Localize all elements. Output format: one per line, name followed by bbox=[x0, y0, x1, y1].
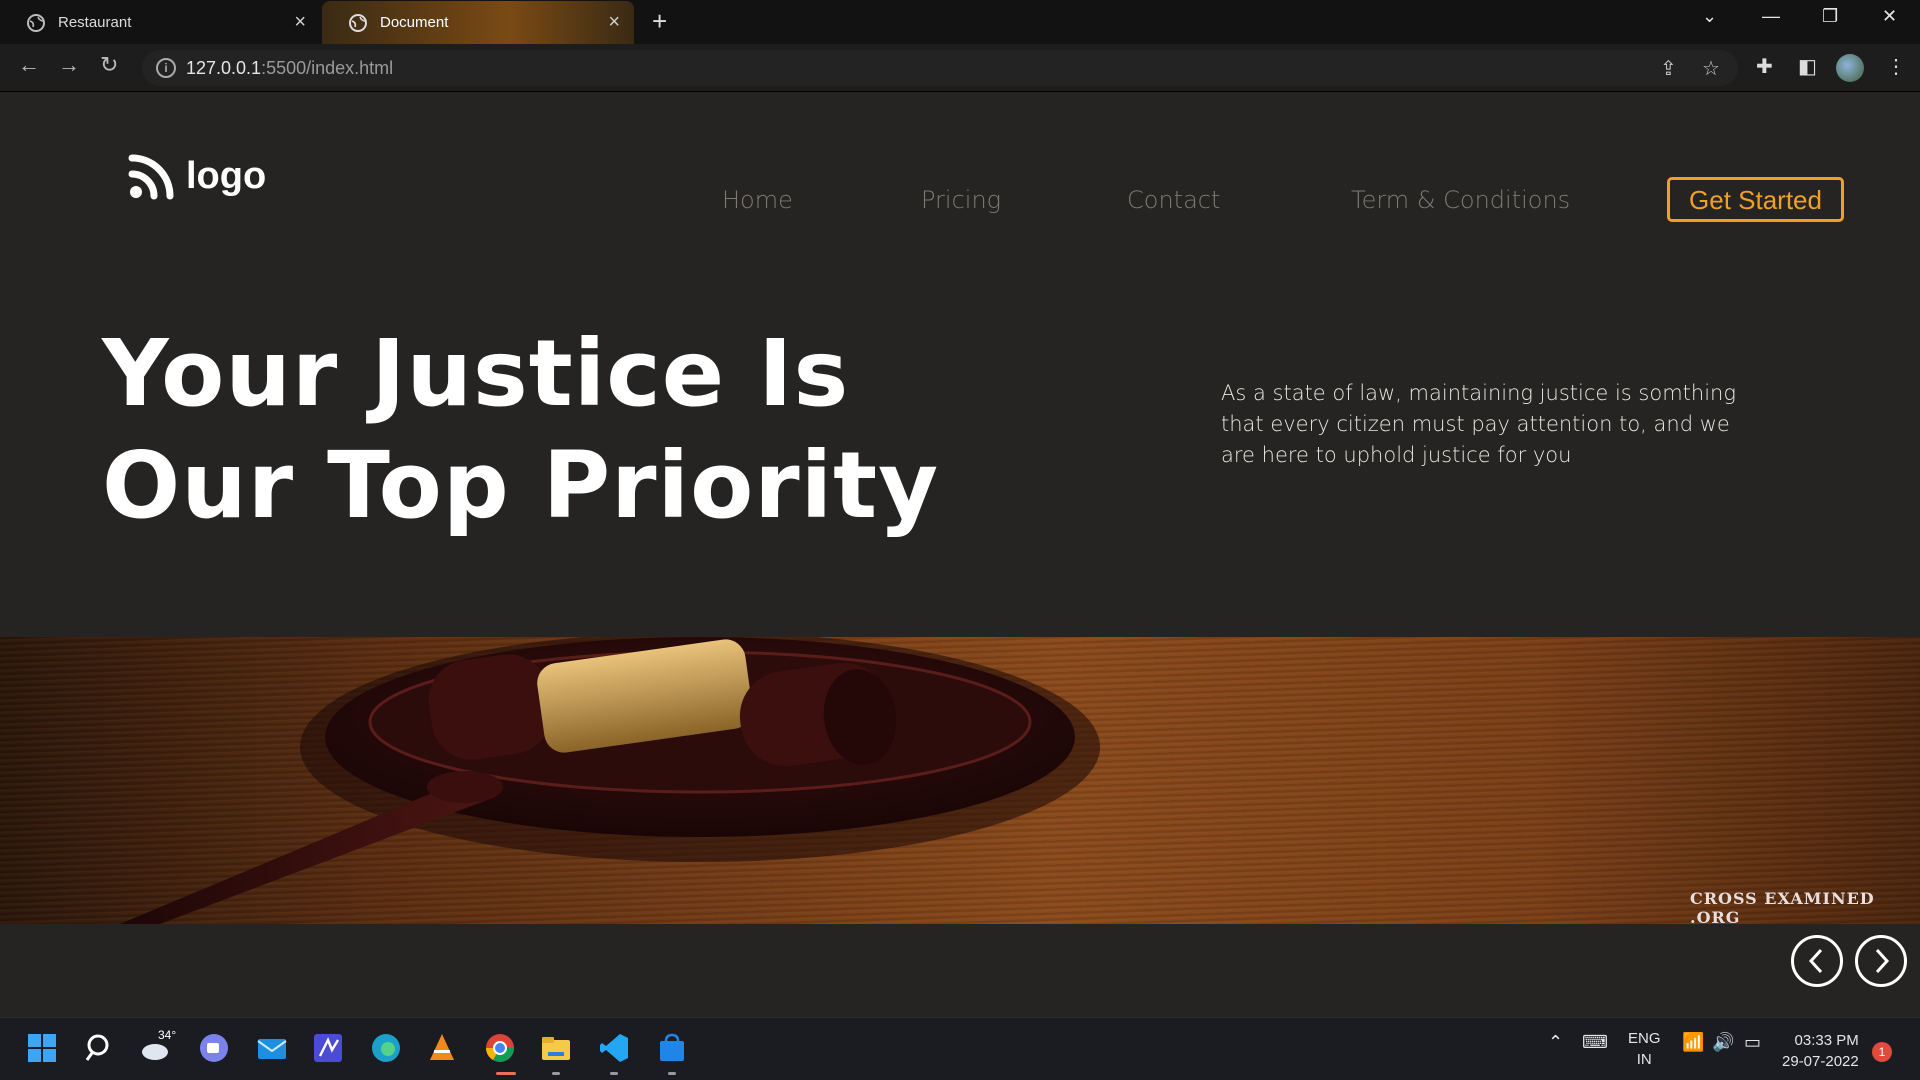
chevron-left-icon bbox=[1808, 948, 1823, 974]
back-icon[interactable]: ← bbox=[18, 52, 40, 78]
forward-icon[interactable]: → bbox=[58, 52, 80, 78]
file-explorer-icon[interactable] bbox=[540, 1032, 572, 1064]
address-bar[interactable]: i 127.0.0.1:5500/index.html ⇪ ☆ bbox=[142, 50, 1738, 86]
url-path: :5500/index.html bbox=[261, 58, 394, 78]
nav-contact[interactable]: Contact bbox=[1127, 186, 1220, 214]
logo-text: logo bbox=[186, 154, 267, 197]
previous-slide-button[interactable] bbox=[1791, 935, 1843, 987]
image-watermark: CROSS EXAMINED .ORG bbox=[1690, 889, 1875, 924]
nav-home[interactable]: Home bbox=[722, 186, 793, 214]
profile-avatar[interactable] bbox=[1836, 54, 1864, 82]
site-logo[interactable]: logo bbox=[128, 152, 266, 200]
feed-logo-icon bbox=[128, 154, 174, 200]
close-tab-icon[interactable]: × bbox=[608, 11, 620, 34]
explorer-indicator bbox=[552, 1072, 560, 1075]
tab-title: Document bbox=[380, 14, 449, 31]
globe-icon bbox=[349, 13, 367, 32]
browser-tab-bar: Restaurant × Document × + ⌄ — ❐ ✕ bbox=[0, 0, 1920, 44]
tab-search-icon[interactable]: ⌄ bbox=[1702, 6, 1717, 27]
keyboard-icon[interactable]: ⌨ bbox=[1582, 1032, 1608, 1053]
language-code: ENG bbox=[1628, 1030, 1661, 1047]
url-text[interactable]: 127.0.0.1:5500/index.html bbox=[186, 58, 393, 79]
math-app-icon[interactable] bbox=[312, 1032, 344, 1064]
browser-tab-document[interactable]: Document × bbox=[322, 1, 634, 44]
minimize-icon[interactable]: — bbox=[1762, 6, 1780, 27]
clock-time: 03:33 PM bbox=[1794, 1032, 1859, 1049]
weather-temp: 34° bbox=[158, 1028, 177, 1042]
clock-date: 29-07-2022 bbox=[1782, 1053, 1859, 1070]
gavel-image: CROSS EXAMINED .ORG bbox=[0, 637, 1920, 924]
gavel-illustration bbox=[120, 637, 1100, 924]
tab-title: Restaurant bbox=[58, 14, 132, 31]
wifi-icon[interactable]: 📶 bbox=[1682, 1032, 1704, 1053]
reload-icon[interactable]: ↻ bbox=[100, 52, 118, 78]
hero-title-line-2: Our Top Priority bbox=[102, 432, 940, 539]
notification-badge[interactable]: 1 bbox=[1872, 1042, 1892, 1062]
mail-icon[interactable] bbox=[256, 1032, 288, 1064]
clock[interactable]: 03:33 PM 29-07-2022 bbox=[1782, 1030, 1859, 1072]
weather-widget[interactable]: 34° bbox=[140, 1028, 176, 1064]
site-info-icon[interactable]: i bbox=[156, 58, 176, 78]
browser-toolbar: ← → ↻ i 127.0.0.1:5500/index.html ⇪ ☆ ✚ … bbox=[0, 44, 1920, 92]
vlc-icon[interactable] bbox=[426, 1032, 458, 1064]
battery-icon[interactable]: ▭ bbox=[1744, 1032, 1761, 1053]
browser-tab-restaurant[interactable]: Restaurant × bbox=[0, 1, 320, 44]
extensions-icon[interactable]: ✚ bbox=[1756, 54, 1773, 79]
get-started-button[interactable]: Get Started bbox=[1667, 177, 1844, 222]
store-indicator bbox=[668, 1072, 676, 1075]
close-window-icon[interactable]: ✕ bbox=[1882, 6, 1897, 27]
hero-description: As a state of law, maintaining justice i… bbox=[1221, 381, 1736, 467]
volume-icon[interactable]: 🔊 bbox=[1712, 1032, 1734, 1053]
next-slide-button[interactable] bbox=[1855, 935, 1907, 987]
share-icon[interactable]: ⇪ bbox=[1660, 56, 1677, 81]
chrome-active-indicator bbox=[496, 1072, 516, 1075]
menu-icon[interactable]: ⋮ bbox=[1886, 54, 1906, 79]
windows-taskbar: 34° ⌃ ⌨ ENG IN 📶 🔊 ▭ 03:33 PM 29-07-2022… bbox=[0, 1017, 1920, 1080]
restore-icon[interactable]: ❐ bbox=[1822, 6, 1838, 27]
chevron-right-icon bbox=[1875, 948, 1890, 974]
vscode-indicator bbox=[610, 1072, 618, 1075]
chrome-icon[interactable] bbox=[484, 1032, 516, 1064]
globe-icon bbox=[27, 13, 45, 32]
store-icon[interactable] bbox=[656, 1032, 688, 1064]
close-tab-icon[interactable]: × bbox=[294, 11, 306, 34]
edge-browser-icon[interactable] bbox=[370, 1032, 402, 1064]
bookmark-star-icon[interactable]: ☆ bbox=[1702, 56, 1720, 81]
hero-title: Your Justice Is Our Top Priority bbox=[102, 318, 1002, 542]
new-tab-button[interactable]: + bbox=[652, 6, 667, 37]
show-hidden-icons-icon[interactable]: ⌃ bbox=[1548, 1032, 1563, 1053]
url-host: 127.0.0.1 bbox=[186, 58, 262, 78]
windows-start-icon[interactable] bbox=[26, 1032, 58, 1064]
web-page: logo Home Pricing Contact Term & Conditi… bbox=[0, 92, 1920, 1017]
nav-pricing[interactable]: Pricing bbox=[921, 186, 1001, 214]
vscode-icon[interactable] bbox=[598, 1032, 630, 1064]
search-icon[interactable] bbox=[84, 1032, 116, 1064]
hero-title-line-1: Your Justice Is bbox=[102, 320, 850, 427]
teams-chat-icon[interactable] bbox=[198, 1032, 230, 1064]
language-indicator[interactable]: ENG IN bbox=[1628, 1028, 1661, 1070]
language-region: IN bbox=[1636, 1051, 1652, 1068]
side-panel-icon[interactable]: ◧ bbox=[1798, 54, 1817, 79]
nav-terms[interactable]: Term & Conditions bbox=[1351, 186, 1570, 214]
